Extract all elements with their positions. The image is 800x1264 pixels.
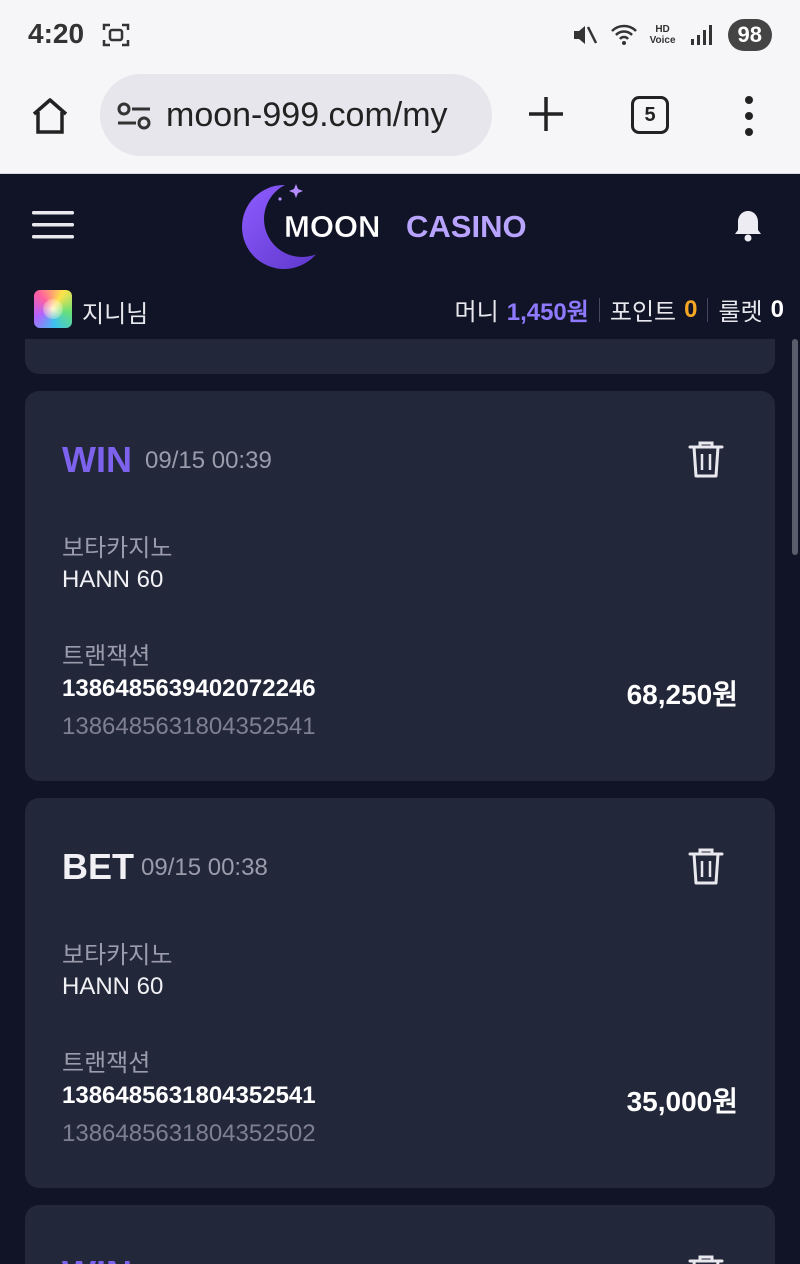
transaction-label: 트랜잭션 — [62, 643, 151, 670]
status-bar: 4:20 HD Voice 98 — [0, 0, 800, 72]
tab-count: 5 — [644, 103, 656, 126]
signal-icon — [690, 25, 712, 45]
transaction-type: WIN — [62, 1253, 132, 1264]
provider-name: 보타카지노 — [62, 535, 173, 562]
transaction-card — [25, 339, 775, 374]
hamburger-menu-icon[interactable] — [32, 209, 74, 241]
user-bar: 지니님 머니 1,450원 포인트 0 룰렛 0 — [0, 275, 800, 339]
avatar[interactable] — [34, 290, 72, 328]
money-value: 1,450원 — [506, 299, 589, 326]
transaction-card: WIN 09/15 00:39 보타카지노 HANN 60 트랜잭션 13864… — [25, 391, 775, 781]
url-text[interactable]: moon-999.com/my — [166, 96, 448, 135]
money-label: 머니 — [454, 299, 499, 326]
transaction-id: 1386485639402072246 — [62, 675, 316, 702]
logo-moon-text: MOON — [284, 209, 380, 244]
wifi-icon — [610, 24, 637, 45]
transaction-card: BET 09/15 00:38 보타카지노 HANN 60 트랜잭션 13864… — [25, 798, 775, 1188]
game-name: HANN 60 — [62, 973, 164, 1000]
trash-icon[interactable] — [687, 1253, 725, 1264]
provider-name: 보타카지노 — [62, 942, 173, 969]
roulette-value: 0 — [770, 295, 784, 323]
roulette-label: 룰렛 — [718, 299, 763, 326]
point-value: 0 — [684, 295, 698, 323]
bell-icon[interactable] — [730, 207, 766, 243]
reference-id: 1386485631804352502 — [62, 1120, 316, 1147]
home-icon[interactable] — [28, 94, 72, 138]
transaction-amount: 68,250원 — [626, 679, 738, 710]
hd-label: HD — [655, 24, 670, 35]
logo-casino-text: CASINO — [406, 209, 527, 244]
username[interactable]: 지니님 — [82, 294, 148, 329]
status-time: 4:20 — [28, 18, 85, 49]
transaction-datetime: 09/15 00:38 — [141, 854, 268, 881]
battery-icon: 98 — [727, 19, 772, 51]
transaction-amount: 35,000원 — [626, 1086, 738, 1117]
site-settings-icon[interactable] — [116, 101, 152, 131]
balances: 머니 1,450원 포인트 0 룰렛 0 — [455, 292, 784, 327]
trash-icon[interactable] — [687, 439, 725, 479]
transaction-type: BET — [62, 846, 134, 887]
address-bar[interactable]: moon-999.com/my — [100, 74, 492, 156]
tabs-button[interactable]: 5 — [631, 96, 669, 134]
divider — [707, 297, 709, 322]
scrollbar[interactable] — [792, 339, 798, 555]
divider — [598, 297, 600, 322]
transaction-datetime: 09/15 00:39 — [145, 447, 272, 474]
more-icon[interactable] — [734, 94, 764, 138]
transaction-list[interactable]: WIN 09/15 00:39 보타카지노 HANN 60 트랜잭션 13864… — [0, 339, 800, 1264]
transaction-type: WIN — [62, 439, 132, 480]
voice-label: Voice — [649, 35, 676, 46]
browser-toolbar: moon-999.com/my 5 — [0, 72, 800, 174]
site-header: MOON CASINO — [0, 175, 800, 275]
reference-id: 1386485631804352541 — [62, 713, 316, 740]
point-label: 포인트 — [609, 299, 677, 326]
transaction-card: WIN — [25, 1205, 775, 1264]
hd-voice-icon: HD Voice — [650, 24, 676, 46]
screenshot-icon — [102, 23, 130, 47]
transaction-id: 1386485631804352541 — [62, 1082, 316, 1109]
moon-casino-logo[interactable]: MOON CASINO — [240, 181, 560, 271]
game-name: HANN 60 — [62, 566, 164, 593]
trash-icon[interactable] — [687, 846, 725, 886]
battery-level: 98 — [737, 22, 762, 47]
mute-icon — [573, 26, 597, 44]
transaction-label: 트랜잭션 — [62, 1050, 151, 1077]
new-tab-icon[interactable] — [526, 94, 566, 134]
